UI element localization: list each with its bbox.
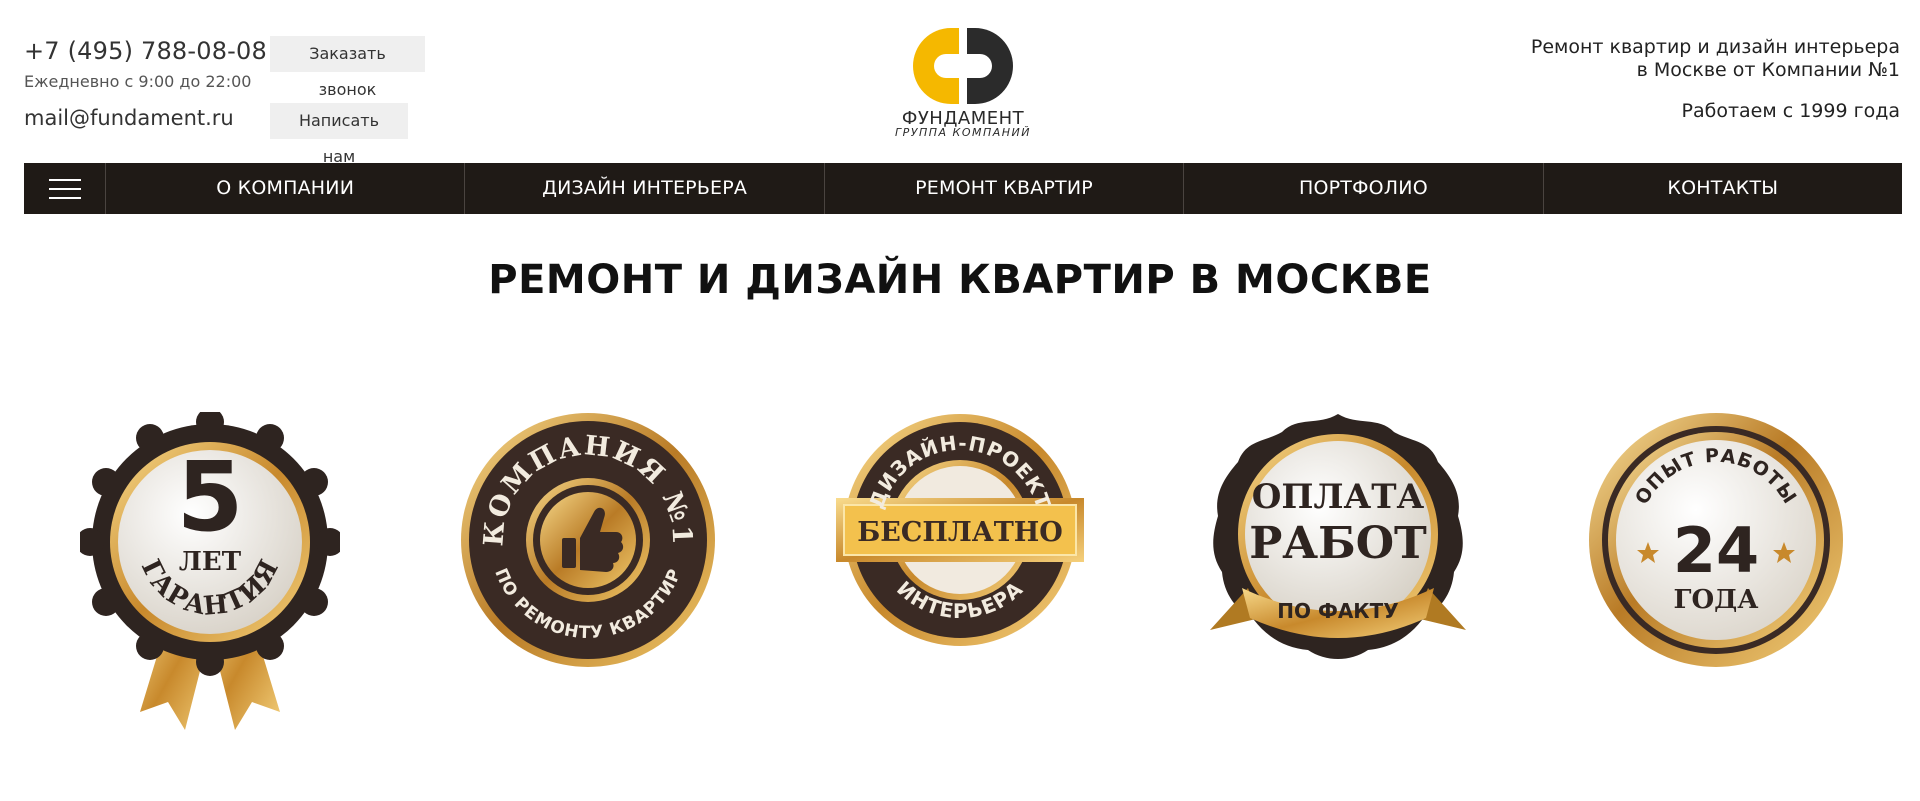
badge1-number: 5 <box>177 441 244 553</box>
write-us-button[interactable]: Написать нам <box>270 103 408 166</box>
page-title: РЕМОНТ И ДИЗАЙН КВАРТИР В МОСКВЕ <box>488 257 1432 303</box>
nav-item-interior-design[interactable]: ДИЗАЙН ИНТЕРЬЕРА <box>465 163 825 214</box>
badge4-ribbon-text: ПО ФАКТУ <box>1277 599 1398 623</box>
badge-company-no1: КОМПАНИЯ №1 ПО РЕМОНТУ КВАРТИР <box>458 412 718 732</box>
logo-subtitle: ГРУППА КОМПАНИЙ <box>894 126 1031 139</box>
badge3-ribbon-text: БЕСПЛАТНО <box>857 517 1063 548</box>
badge1-line: ЛЕТ <box>179 547 242 577</box>
badge-warranty: 5 ЛЕТ ГАРАНТИЯ <box>80 412 340 732</box>
callback-button[interactable]: Заказать звонок <box>270 36 425 99</box>
since-year: Работаем с 1999 года <box>1681 100 1900 122</box>
nav-item-contacts[interactable]: КОНТАКТЫ <box>1544 163 1902 214</box>
working-hours: Ежедневно с 9:00 до 22:00 <box>24 72 252 91</box>
phone-number[interactable]: +7 (495) 788-08-08 <box>24 37 267 65</box>
hamburger-icon[interactable] <box>24 163 106 214</box>
email-link[interactable]: mail@fundament.ru <box>24 106 234 130</box>
tagline-line-1: Ремонт квартир и дизайн интерьера <box>1530 36 1900 58</box>
badge5-number: 24 <box>1673 514 1759 587</box>
main-nav: О КОМПАНИИ ДИЗАЙН ИНТЕРЬЕРА РЕМОНТ КВАРТ… <box>24 163 1902 214</box>
nav-item-about[interactable]: О КОМПАНИИ <box>106 163 466 214</box>
tagline-line-2: в Москве от Компании №1 <box>1636 59 1900 81</box>
header-tagline: Ремонт квартир и дизайн интерьера в Моск… <box>1531 36 1900 82</box>
logo-mark-icon <box>913 28 1013 104</box>
badge5-line: ГОДА <box>1674 585 1759 615</box>
badge4-line-2: РАБОТ <box>1249 518 1427 569</box>
badge4-line-1: ОПЛАТА <box>1252 477 1425 517</box>
badge-experience: ОПЫТ РАБОТЫ 24 ГОДА <box>1586 412 1846 732</box>
nav-item-renovation[interactable]: РЕМОНТ КВАРТИР <box>825 163 1185 214</box>
badge-payment: ОПЛАТА РАБОТ ПО ФАКТУ <box>1208 412 1468 732</box>
site-header: +7 (495) 788-08-08 Ежедневно с 9:00 до 2… <box>0 0 1920 166</box>
badge-free-design: БЕСПЛАТНО ДИЗАЙН-ПРОЕКТ ИНТЕРЬЕРА <box>830 412 1090 732</box>
company-logo[interactable]: ФУНДАМЕНТ ГРУППА КОМПАНИЙ <box>886 24 1040 140</box>
nav-item-portfolio[interactable]: ПОРТФОЛИО <box>1184 163 1544 214</box>
